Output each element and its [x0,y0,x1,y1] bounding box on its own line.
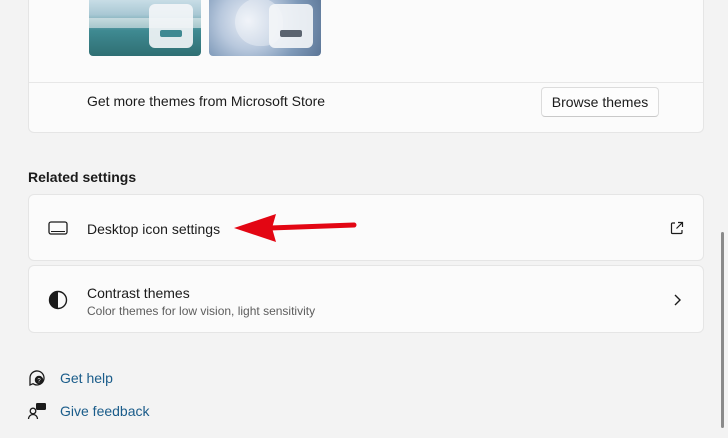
contrast-themes-label: Contrast themes [87,285,190,301]
open-external-icon [669,220,685,236]
get-help-link[interactable]: Get help [60,370,113,386]
contrast-icon [47,289,69,311]
annotation-arrow-icon [234,214,357,242]
related-settings-heading: Related settings [28,169,137,185]
scrollbar[interactable] [721,232,724,428]
theme-thumbnail-glow[interactable] [89,0,201,56]
desktop-icon-settings-label: Desktop icon settings [87,221,221,237]
chevron-right-icon [669,292,685,308]
theme-accent-bar [160,30,182,37]
browse-themes-button[interactable]: Browse themes [541,87,659,117]
contrast-themes-item[interactable]: Contrast themes Color themes for low vis… [28,265,704,333]
theme-color-chip [149,4,193,48]
give-feedback-link[interactable]: Give feedback [60,403,150,419]
feedback-icon [27,401,47,421]
store-themes-label: Get more themes from Microsoft Store [87,93,326,109]
desktop-icon-settings-item[interactable]: Desktop icon settings [28,194,704,261]
contrast-themes-description: Color themes for low vision, light sensi… [87,304,316,318]
theme-color-chip [269,4,313,48]
theme-accent-bar [280,30,302,37]
themes-card: Get more themes from Microsoft Store Bro… [28,0,704,133]
theme-thumbnail-bloom[interactable] [209,0,321,56]
monitor-icon [47,217,69,239]
help-icon: ? [27,368,47,388]
divider [29,82,703,83]
